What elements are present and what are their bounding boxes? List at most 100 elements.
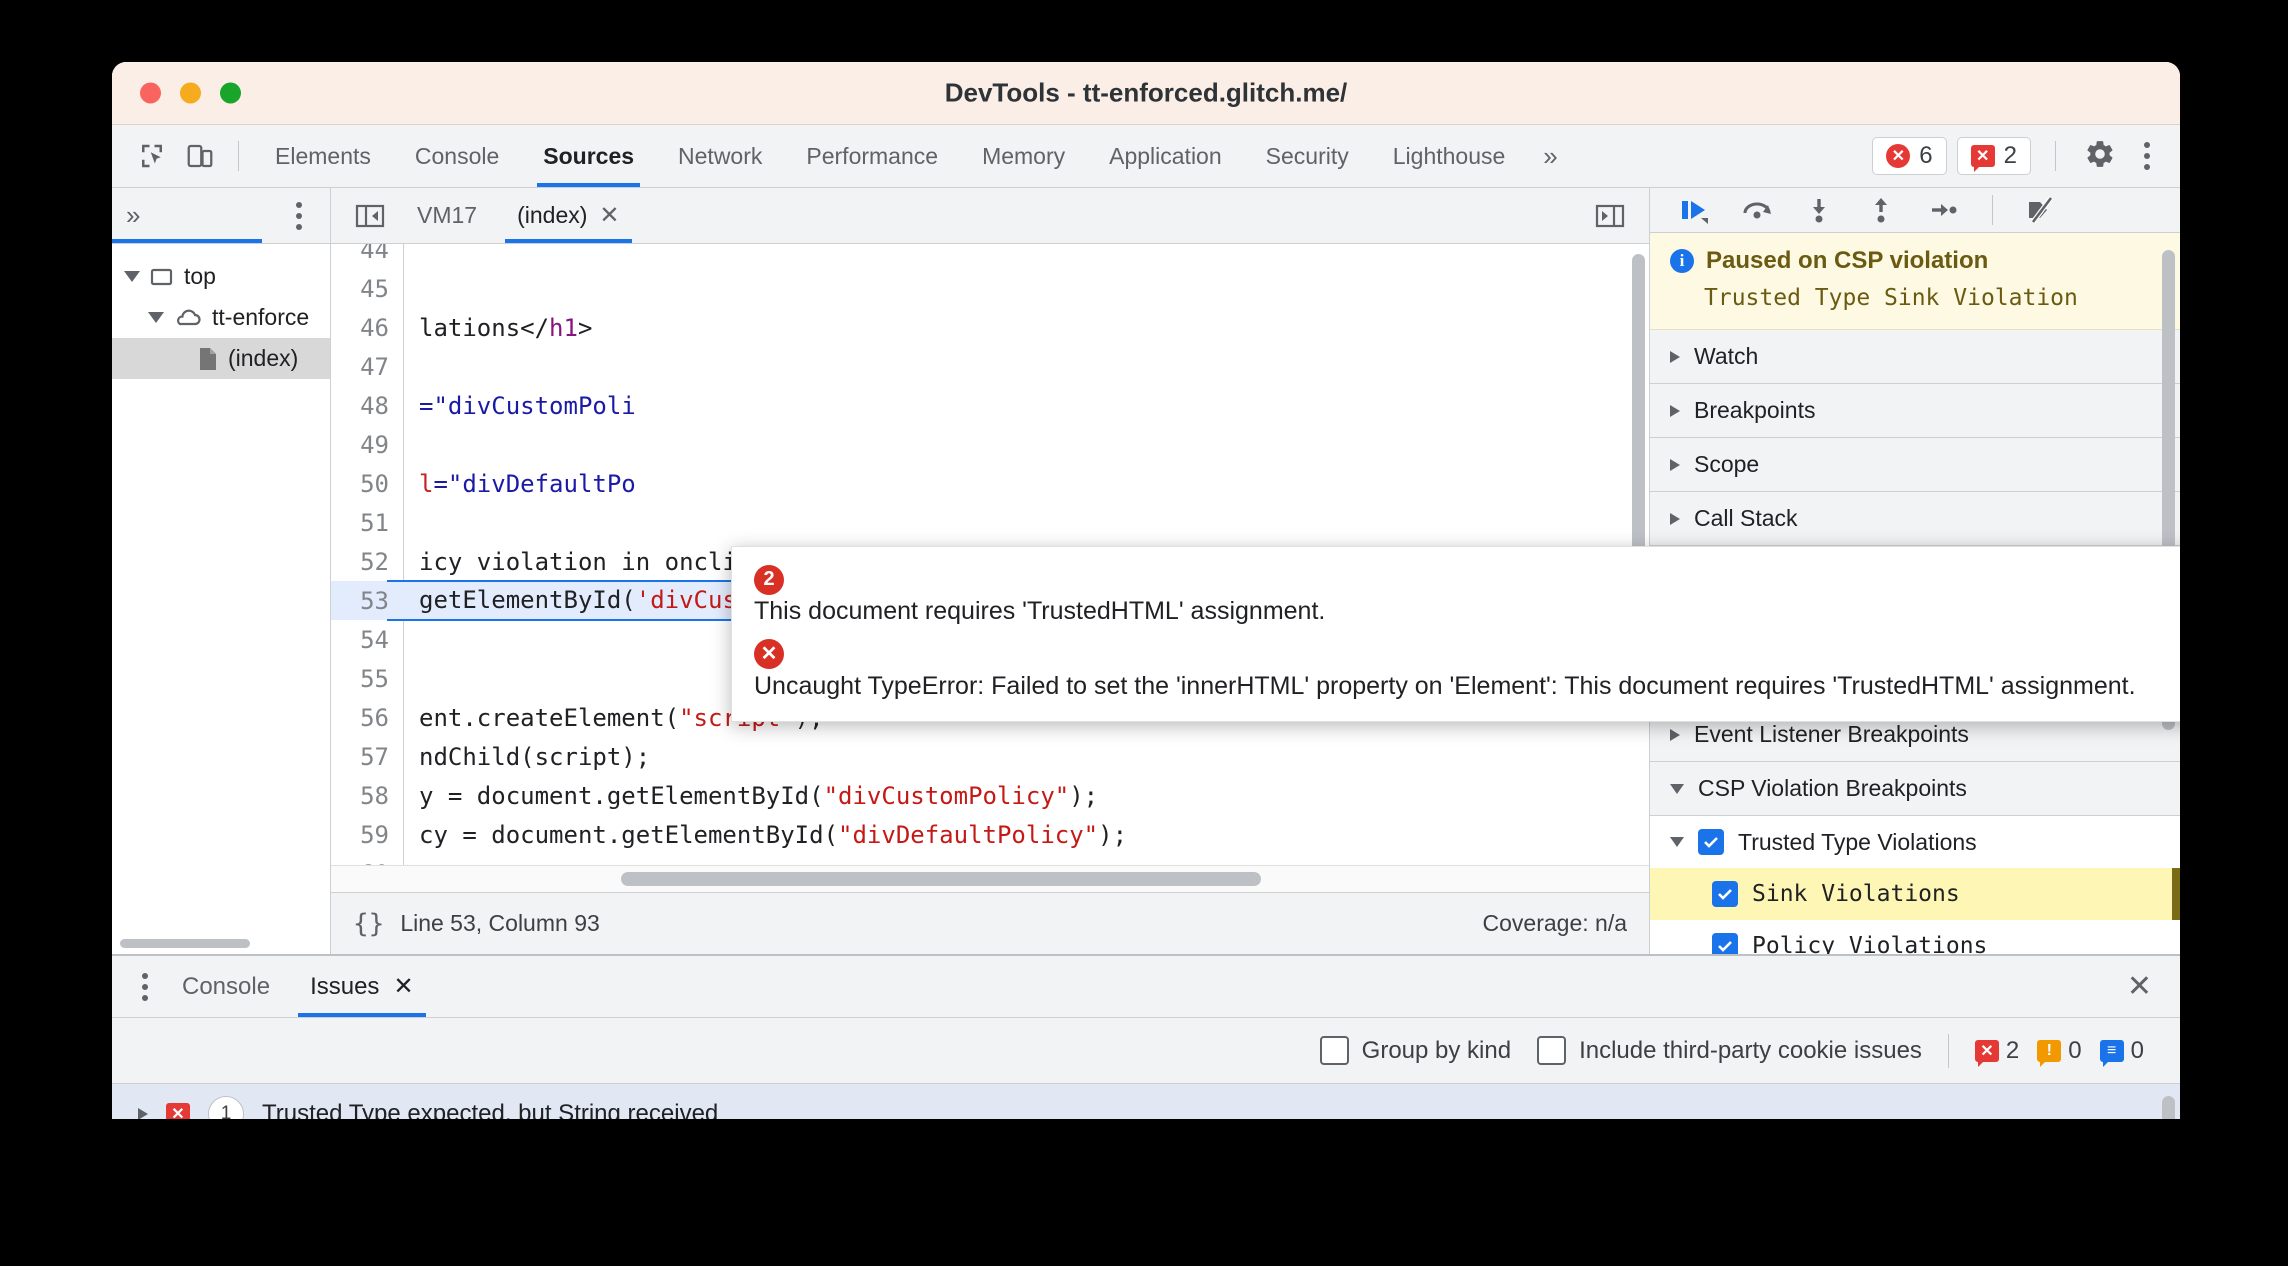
tab-sources[interactable]: Sources <box>521 125 656 187</box>
section-label: Scope <box>1694 451 1760 477</box>
more-tabs-icon[interactable]: » <box>1527 141 1573 172</box>
code-line[interactable]: 48 ="divCustomPoli <box>331 386 1649 425</box>
line-number[interactable]: 54 <box>331 626 403 654</box>
section-label: CSP Violation Breakpoints <box>1698 775 1967 801</box>
section-watch[interactable]: Watch <box>1650 330 2180 384</box>
line-number[interactable]: 48 <box>331 392 403 420</box>
section-call-stack[interactable]: Call Stack <box>1650 492 2180 546</box>
chevron-right-icon <box>1670 350 1680 363</box>
code-line[interactable]: 58 y = document.getElementById("divCustom… <box>331 776 1649 815</box>
include-third-party-cookie-issues-checkbox[interactable]: Include third-party cookie issues <box>1537 1036 1922 1065</box>
step-out-icon[interactable] <box>1854 188 1908 232</box>
step-icon[interactable] <box>1916 188 1970 232</box>
code-line[interactable]: 51 <box>331 503 1649 542</box>
code-line[interactable]: 60 <box>331 854 1649 866</box>
navigator-menu-icon[interactable] <box>282 201 316 230</box>
breakpoint-sink-violations[interactable]: Sink Violations <box>1650 868 2180 920</box>
cursor-position: Line 53, Column 93 <box>400 910 600 936</box>
issue-row[interactable]: ✕ 1 Trusted Type expected, but String re… <box>112 1084 2180 1119</box>
navigator-horizontal-scrollbar[interactable] <box>120 939 250 948</box>
checkbox-checked-icon[interactable] <box>1698 829 1724 855</box>
code-line[interactable]: 59 cy = document.getElementById("divDefau… <box>331 815 1649 854</box>
line-number[interactable]: 53 <box>331 587 403 615</box>
line-number[interactable]: 55 <box>331 665 403 693</box>
tab-elements[interactable]: Elements <box>253 125 393 187</box>
close-tab-icon[interactable]: ✕ <box>599 201 619 230</box>
code-line[interactable]: 49 <box>331 425 1649 464</box>
tab-application[interactable]: Application <box>1087 125 1244 187</box>
issue-warning-count[interactable]: ! 0 <box>2037 1037 2082 1067</box>
code-line[interactable]: 57 ndChild(script); <box>331 737 1649 776</box>
drawer-tab-console[interactable]: Console <box>162 956 290 1017</box>
line-number[interactable]: 49 <box>331 431 403 459</box>
kebab-menu-icon[interactable] <box>2130 142 2164 170</box>
tab-performance[interactable]: Performance <box>784 125 960 187</box>
tab-memory[interactable]: Memory <box>960 125 1087 187</box>
code-line[interactable]: 50 l="divDefaultPo <box>331 464 1649 503</box>
close-drawer-tab-icon[interactable]: ✕ <box>393 972 413 1001</box>
line-number[interactable]: 57 <box>331 743 403 771</box>
show-navigator-icon[interactable] <box>343 203 397 229</box>
chevron-right-icon[interactable] <box>138 1107 148 1119</box>
editor-vertical-scrollbar[interactable] <box>1632 254 1645 554</box>
tree-item-index[interactable]: (index) <box>112 338 330 379</box>
pretty-print-icon[interactable]: {} <box>353 909 384 939</box>
section-breakpoints[interactable]: Breakpoints <box>1650 384 2180 438</box>
code-line[interactable]: 45 <box>331 269 1649 308</box>
issues-counter[interactable]: ✕ 2 <box>1956 137 2031 175</box>
line-number[interactable]: 47 <box>331 353 403 381</box>
deactivate-breakpoints-icon[interactable] <box>2015 188 2069 232</box>
section-csp-violation-breakpoints[interactable]: CSP Violation Breakpoints <box>1650 762 2180 816</box>
resume-icon[interactable] <box>1668 188 1722 232</box>
section-label: Watch <box>1694 343 1759 369</box>
editor-tab-vm17[interactable]: VM17 <box>397 188 497 243</box>
editor-horizontal-scrollbar[interactable] <box>621 872 1261 886</box>
section-scope[interactable]: Scope <box>1650 438 2180 492</box>
navigator-more-icon[interactable]: » <box>126 200 140 231</box>
line-number[interactable]: 51 <box>331 509 403 537</box>
checkbox-unchecked-icon[interactable] <box>1537 1036 1567 1065</box>
tab-console[interactable]: Console <box>393 125 521 187</box>
tab-lighthouse[interactable]: Lighthouse <box>1371 125 1528 187</box>
show-debugger-icon[interactable] <box>1583 203 1637 229</box>
tab-network[interactable]: Network <box>656 125 784 187</box>
code-line[interactable]: 47 <box>331 347 1649 386</box>
inspect-cursor-icon[interactable] <box>128 132 176 180</box>
gear-icon[interactable] <box>2070 138 2130 175</box>
code-line[interactable]: 44 <box>331 244 1649 269</box>
issue-info-count[interactable]: ≡ 0 <box>2099 1037 2144 1067</box>
toolbar-divider-2 <box>2055 141 2056 171</box>
group-by-kind-checkbox[interactable]: Group by kind <box>1319 1036 1511 1065</box>
error-bubble-icon: ✕ <box>166 1102 190 1119</box>
line-number[interactable]: 59 <box>331 821 403 849</box>
drawer-vertical-scrollbar[interactable] <box>2162 1096 2175 1119</box>
console-error-counter[interactable]: ✕ 6 <box>1872 137 1947 175</box>
line-number[interactable]: 44 <box>331 244 403 264</box>
frame-icon <box>150 268 173 285</box>
checkbox-unchecked-icon[interactable] <box>1319 1036 1349 1065</box>
drawer-menu-icon[interactable] <box>128 972 162 1001</box>
chevron-down-icon <box>1670 837 1684 847</box>
issue-error-count[interactable]: ✕ 2 <box>1974 1037 2019 1067</box>
tree-item-top[interactable]: top <box>112 256 330 297</box>
line-number[interactable]: 45 <box>331 275 403 303</box>
close-icon[interactable]: ✕ <box>2127 969 2164 1004</box>
tree-item-label: top <box>184 263 216 289</box>
breakpoint-trusted-type-violations[interactable]: Trusted Type Violations <box>1650 816 2180 868</box>
info-bubble-icon: ≡ <box>2099 1039 2124 1067</box>
step-over-icon[interactable] <box>1730 188 1784 232</box>
device-toolbar-icon[interactable] <box>176 132 224 180</box>
step-into-icon[interactable] <box>1792 188 1846 232</box>
checkbox-checked-icon[interactable] <box>1712 881 1738 907</box>
chevron-down-icon <box>124 271 140 282</box>
line-number[interactable]: 52 <box>331 548 403 576</box>
line-number[interactable]: 56 <box>331 704 403 732</box>
line-number[interactable]: 46 <box>331 314 403 342</box>
line-number[interactable]: 50 <box>331 470 403 498</box>
tab-security[interactable]: Security <box>1244 125 1371 187</box>
tree-item-tt-enforce[interactable]: tt-enforce <box>112 297 330 338</box>
editor-tab-index[interactable]: (index) ✕ <box>497 188 639 243</box>
line-number[interactable]: 58 <box>331 782 403 810</box>
code-line[interactable]: 46 lations</h1> <box>331 308 1649 347</box>
drawer-tab-issues[interactable]: Issues ✕ <box>290 956 433 1017</box>
